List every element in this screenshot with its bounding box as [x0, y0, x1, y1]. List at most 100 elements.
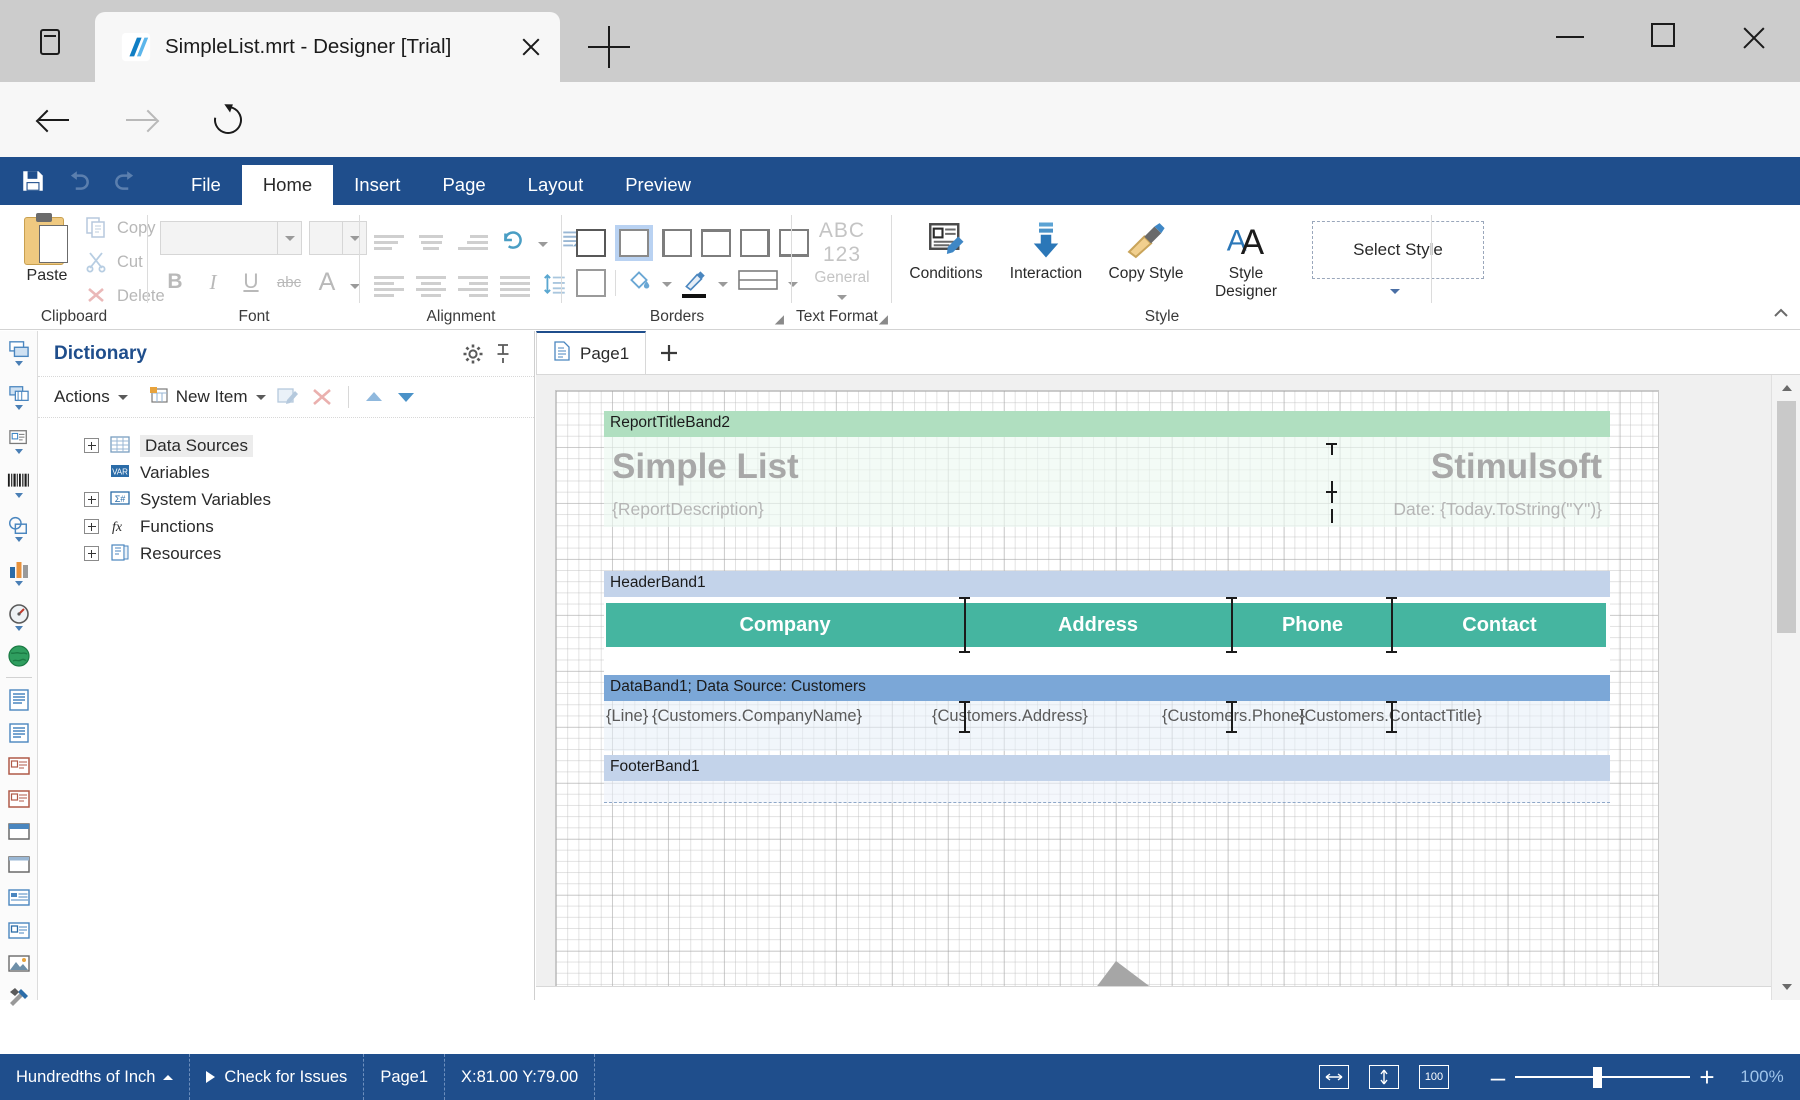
report-title-text[interactable]: Simple List — [612, 447, 799, 487]
browser-tab[interactable]: SimpleList.mrt - Designer [Trial] — [95, 12, 560, 82]
column-divider-handle[interactable] — [959, 597, 970, 653]
copy-button[interactable]: Copy — [84, 215, 156, 241]
ribbon-tab-preview[interactable]: Preview — [604, 165, 712, 205]
gauge-tool-icon[interactable] — [0, 595, 38, 639]
tree-item-functions[interactable]: fx Functions — [84, 513, 534, 540]
tab-close-icon[interactable] — [516, 32, 546, 62]
undo-icon[interactable] — [56, 158, 102, 204]
panel-tool-icon[interactable] — [0, 815, 38, 848]
ribbon-tab-layout[interactable]: Layout — [507, 165, 605, 205]
data-divider-handle[interactable] — [959, 701, 970, 733]
rich-text-tool-icon[interactable] — [0, 683, 38, 716]
select-style-dropdown-icon[interactable] — [1390, 289, 1400, 294]
band-body-report-title[interactable]: Simple List Stimulsoft {ReportDescriptio… — [604, 437, 1610, 527]
save-icon[interactable] — [10, 158, 56, 204]
chart-tool-icon[interactable] — [0, 551, 38, 595]
border-clear-button[interactable] — [576, 268, 606, 297]
move-up-button[interactable] — [363, 388, 385, 406]
scroll-up-icon[interactable] — [1772, 375, 1800, 401]
data-cell-line[interactable]: {Line} — [606, 707, 648, 726]
tab-actions-icon[interactable] — [22, 14, 78, 70]
underline-button[interactable]: U — [236, 267, 266, 297]
text-rotation-icon[interactable] — [500, 227, 526, 258]
page-tab-page1[interactable]: Page1 — [536, 331, 647, 374]
back-icon[interactable] — [28, 94, 80, 146]
border-right-button[interactable] — [740, 229, 770, 257]
canvas-vertical-scrollbar[interactable] — [1771, 375, 1800, 1000]
align-left-button[interactable] — [374, 274, 404, 300]
align-right-button[interactable] — [458, 274, 488, 300]
clone-panel-tool-icon[interactable] — [0, 848, 38, 881]
gear-icon[interactable] — [458, 339, 488, 369]
text-tool-icon[interactable] — [0, 716, 38, 749]
zoom-slider-thumb[interactable] — [1593, 1066, 1602, 1088]
redo-icon[interactable] — [102, 158, 148, 204]
tree-item-data-sources[interactable]: Data Sources — [84, 432, 534, 459]
border-all-button[interactable] — [576, 229, 606, 257]
align-center-button[interactable] — [416, 274, 446, 300]
textbox-tool-icon[interactable] — [0, 749, 38, 782]
fill-color-dropdown-icon[interactable] — [662, 282, 672, 287]
header-cell-phone[interactable]: Phone — [1232, 603, 1393, 647]
font-name-input[interactable] — [160, 221, 278, 255]
align-middle-button[interactable] — [416, 230, 446, 256]
border-color-icon[interactable] — [681, 267, 709, 298]
forward-icon[interactable] — [115, 94, 167, 146]
ribbon-tab-home[interactable]: Home — [241, 165, 334, 205]
interaction-button[interactable]: Interaction — [1000, 215, 1092, 283]
expand-icon[interactable] — [84, 546, 99, 561]
tools-icon[interactable] — [0, 980, 38, 1013]
column-divider-handle[interactable] — [1226, 597, 1237, 653]
band-tool-icon[interactable] — [0, 331, 38, 375]
paste-button[interactable]: Paste — [14, 213, 80, 285]
tree-item-variables[interactable]: VAR Variables — [84, 459, 534, 486]
data-cell-address[interactable]: {Customers.Address} — [932, 707, 1088, 726]
align-bottom-button[interactable] — [458, 230, 488, 256]
data-divider-handle[interactable] — [1386, 701, 1397, 733]
cut-button[interactable]: Cut — [84, 249, 143, 275]
report-canvas[interactable]: ReportTitleBand2 Simple List Stimulsoft … — [536, 375, 1771, 1000]
checkbox-tool-icon[interactable] — [0, 914, 38, 947]
textbox2-tool-icon[interactable] — [0, 782, 38, 815]
select-style-combo[interactable]: Select Style — [1312, 221, 1484, 279]
band-header-header1[interactable]: HeaderBand1 — [604, 571, 1610, 597]
selection-handle[interactable] — [1326, 481, 1337, 503]
selection-handle[interactable] — [1326, 443, 1337, 455]
window-minimize-button[interactable] — [1532, 0, 1608, 72]
selection-handle[interactable] — [1326, 509, 1337, 523]
copy-style-button[interactable]: Copy Style — [1100, 215, 1192, 283]
expand-icon[interactable] — [84, 492, 99, 507]
zoom-out-button[interactable]: – — [1481, 1062, 1515, 1093]
bold-button[interactable]: B — [160, 267, 190, 297]
italic-button[interactable]: I — [198, 267, 228, 297]
add-page-icon[interactable] — [646, 331, 692, 374]
band-body-header1[interactable]: Company Address Phone Contact — [604, 597, 1610, 675]
header-cell-contact[interactable]: Contact — [1393, 603, 1606, 647]
cross-band-tool-icon[interactable] — [0, 375, 38, 419]
expand-icon[interactable] — [84, 519, 99, 534]
font-name-dropdown-icon[interactable] — [278, 221, 302, 255]
header-cell-address[interactable]: Address — [964, 603, 1232, 647]
border-left-button[interactable] — [662, 229, 692, 257]
report-description-text[interactable]: {ReportDescription} — [612, 499, 764, 520]
fill-color-icon[interactable] — [625, 267, 653, 298]
text-component-tool-icon[interactable] — [0, 419, 38, 463]
shape-tool-icon[interactable] — [0, 507, 38, 551]
font-size-input[interactable] — [309, 221, 343, 255]
band-body-data1[interactable]: {Line} {Customers.CompanyName} {Customer… — [604, 701, 1610, 751]
pin-icon[interactable] — [488, 339, 518, 369]
window-maximize-button[interactable] — [1624, 0, 1700, 72]
report-brand-text[interactable]: Stimulsoft — [1431, 447, 1602, 487]
report-page[interactable]: ReportTitleBand2 Simple List Stimulsoft … — [555, 390, 1659, 1000]
band-header-data1[interactable]: DataBand1; Data Source: Customers — [604, 675, 1610, 701]
band-body-footer1[interactable] — [604, 781, 1610, 803]
header-cell-company[interactable]: Company — [606, 603, 964, 647]
fit-width-icon[interactable] — [1319, 1065, 1349, 1089]
ribbon-tab-file[interactable]: File — [170, 165, 242, 205]
zoom-slider[interactable] — [1515, 1066, 1690, 1088]
move-down-button[interactable] — [395, 388, 417, 406]
borders-dialog-launcher[interactable]: ◢ — [775, 312, 784, 326]
tree-item-resources[interactable]: Resources — [84, 540, 534, 567]
align-top-button[interactable] — [374, 230, 404, 256]
zoom-in-button[interactable]: + — [1690, 1062, 1724, 1093]
